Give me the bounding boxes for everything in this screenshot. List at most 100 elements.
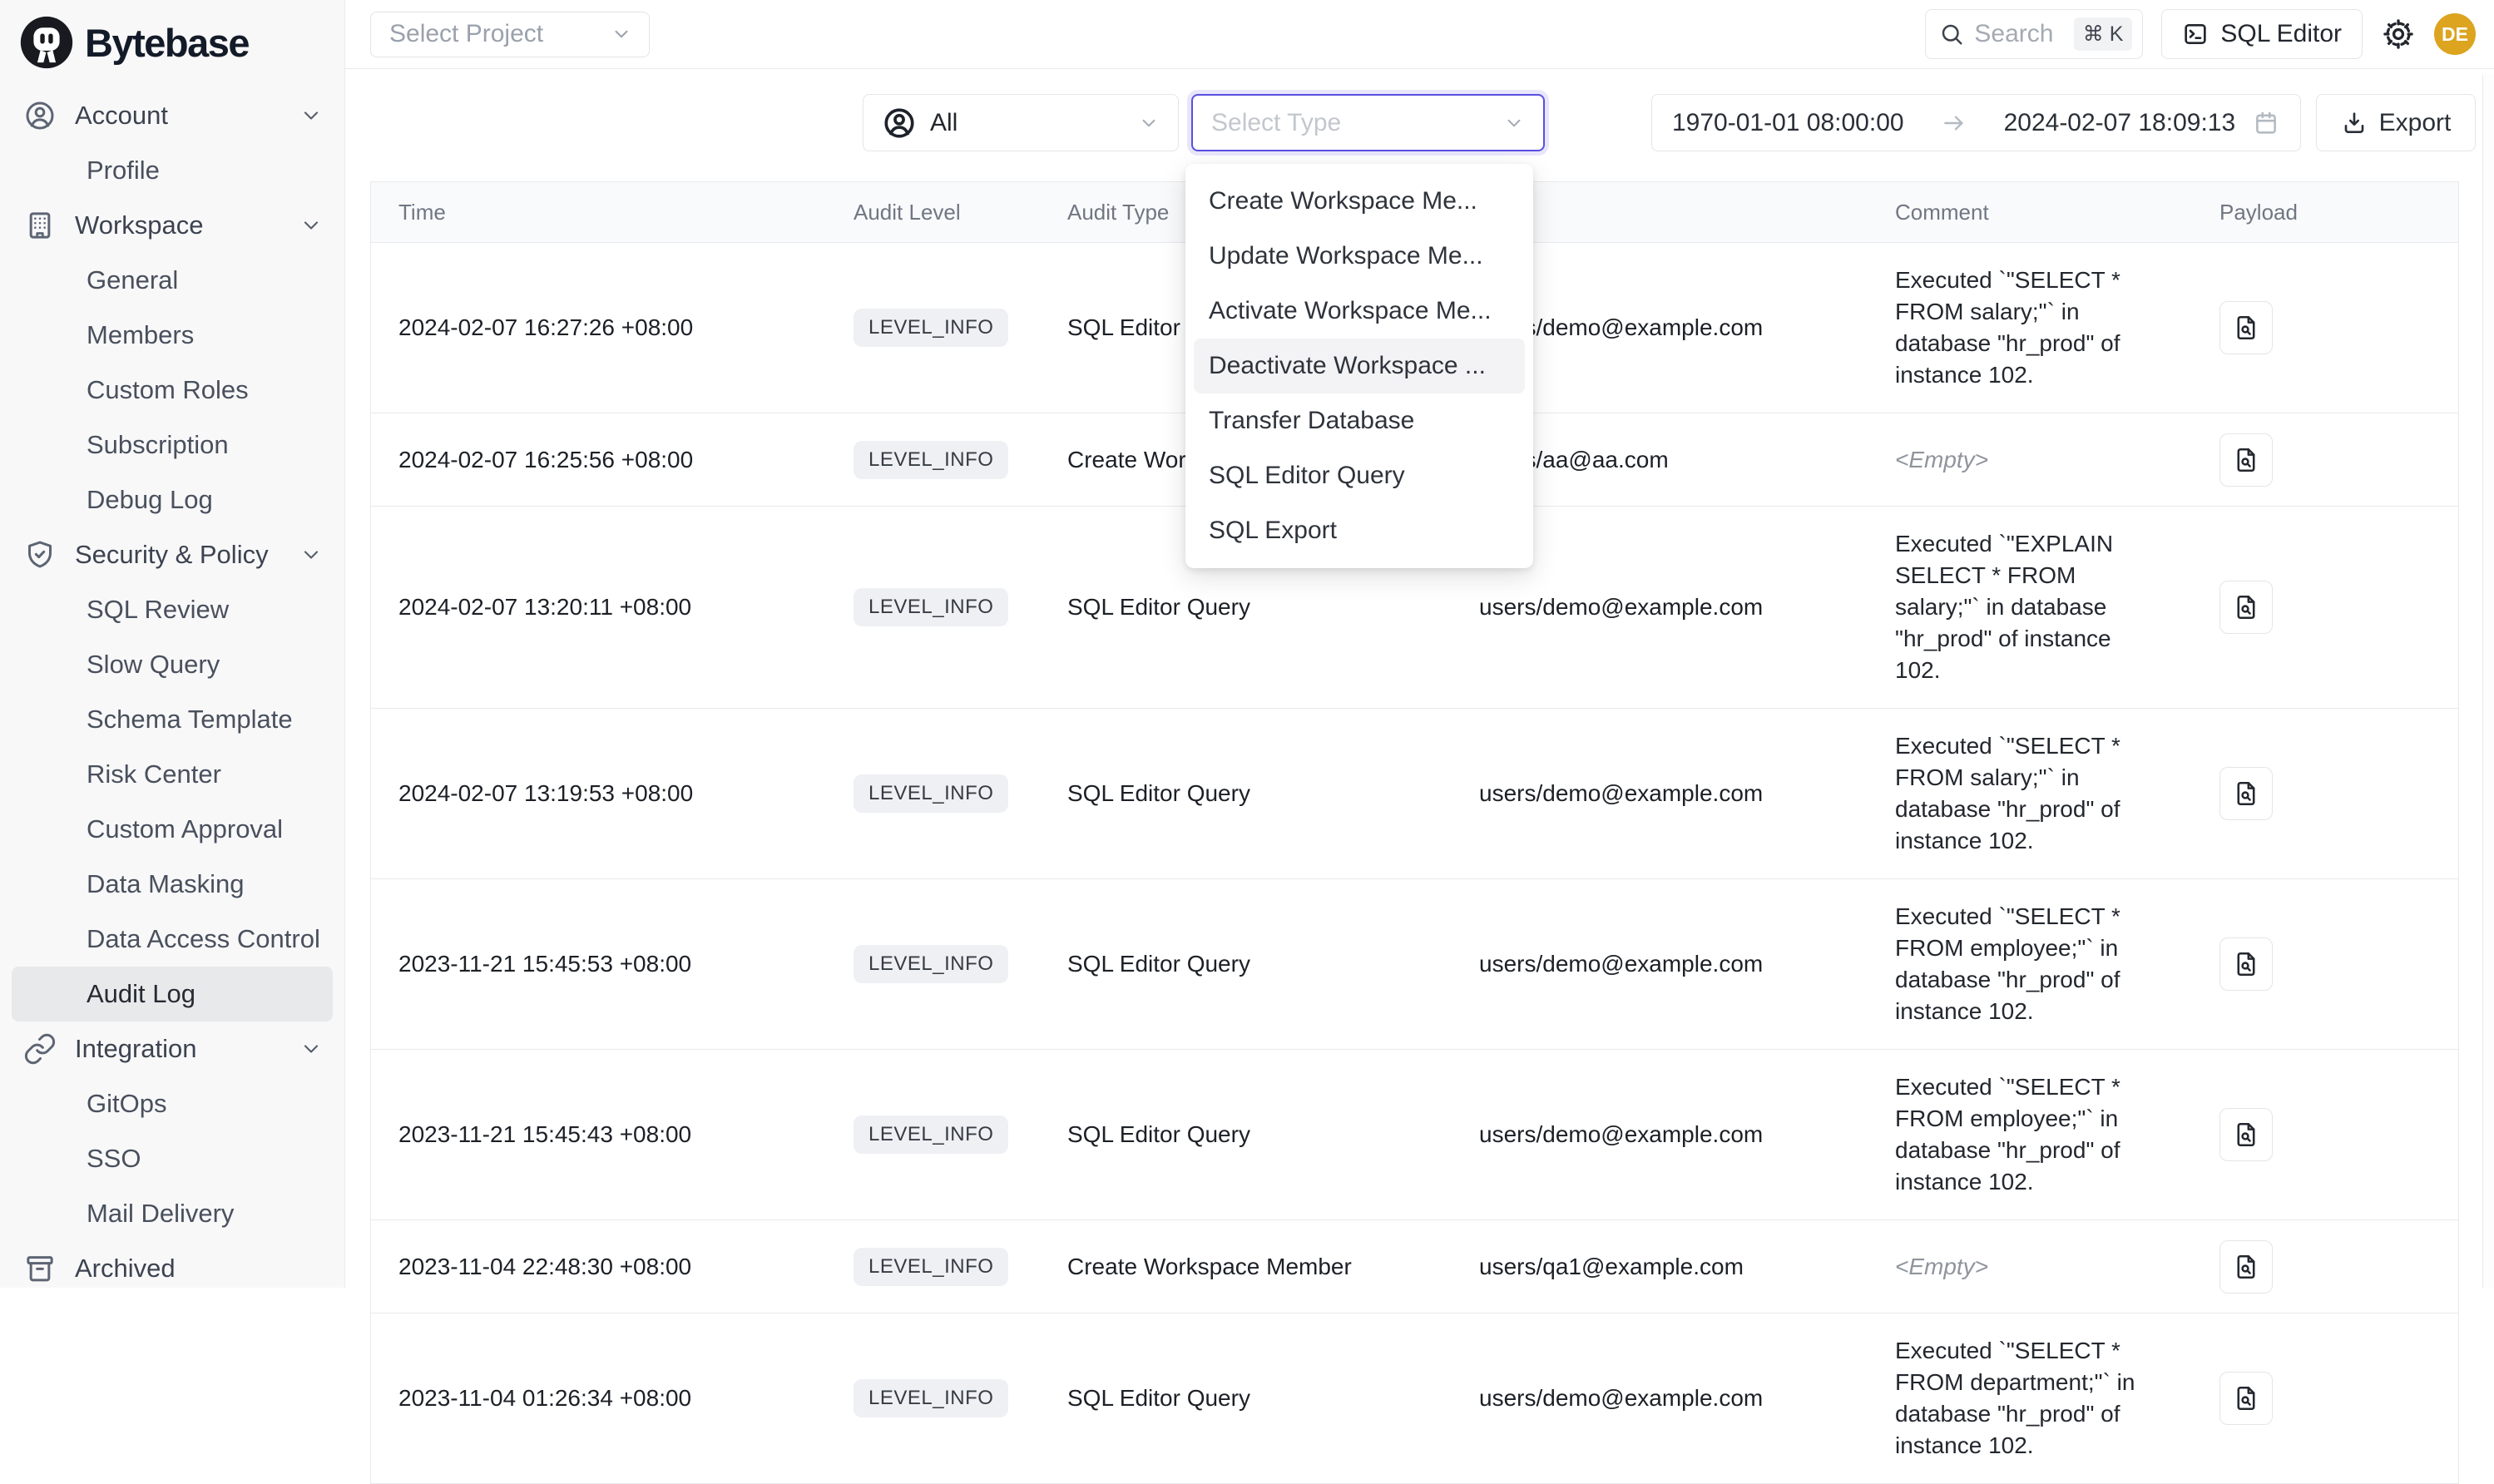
cell-audit-type: SQL Editor Query xyxy=(1067,951,1479,977)
sidebar-item-label: Risk Center xyxy=(87,759,221,789)
export-button[interactable]: Export xyxy=(2316,94,2476,151)
sidebar-item-sso[interactable]: SSO xyxy=(12,1131,333,1186)
sidebar-item-label: Data Masking xyxy=(87,869,245,899)
project-select[interactable]: Select Project xyxy=(370,12,650,57)
actor-filter-select[interactable]: All xyxy=(863,94,1179,151)
type-dropdown-option[interactable]: Update Workspace Me... xyxy=(1194,229,1525,284)
sidebar-item-gitops[interactable]: GitOps xyxy=(12,1076,333,1131)
file-search-icon xyxy=(2232,314,2260,342)
table-row: 2023-11-21 15:45:53 +08:00 LEVEL_INFO SQ… xyxy=(371,879,2458,1050)
cell-time: 2023-11-21 15:45:43 +08:00 xyxy=(371,1121,854,1148)
main-area: Select Project Search ⌘ K SQL Editor DE xyxy=(345,0,2494,1288)
type-dropdown-option[interactable]: Activate Workspace Me... xyxy=(1194,284,1525,339)
view-payload-button[interactable] xyxy=(2219,1108,2273,1161)
cell-comment: Executed `"SELECT * FROM employee;"` in … xyxy=(1895,1050,2219,1219)
avatar[interactable]: DE xyxy=(2434,13,2476,55)
sidebar-item-debug-log[interactable]: Debug Log xyxy=(12,472,333,527)
sidebar-item-slow-query[interactable]: Slow Query xyxy=(12,637,333,692)
type-dropdown-option[interactable]: SQL Editor Query xyxy=(1194,448,1525,503)
brand[interactable]: Bytebase xyxy=(0,0,344,85)
cell-comment: Executed `"SELECT * FROM salary;"` in da… xyxy=(1895,243,2219,413)
type-dropdown-option[interactable]: Transfer Database xyxy=(1194,393,1525,448)
sidebar-item-risk-center[interactable]: Risk Center xyxy=(12,747,333,802)
date-from-value: 1970-01-01 08:00:00 xyxy=(1672,109,1904,137)
column-header-comment: Comment xyxy=(1895,200,2219,225)
export-label: Export xyxy=(2379,109,2452,137)
type-dropdown-option[interactable]: Create Workspace Me... xyxy=(1194,174,1525,229)
view-payload-button[interactable] xyxy=(2219,301,2273,354)
cell-payload xyxy=(2219,1240,2432,1294)
comment-text: Executed `"EXPLAIN SELECT * FROM salary;… xyxy=(1895,528,2161,686)
date-range-picker[interactable]: 1970-01-01 08:00:00 2024-02-07 18:09:13 xyxy=(1651,94,2301,151)
cell-comment: Executed `"SELECT * FROM employee;"` in … xyxy=(1895,879,2219,1049)
sidebar-section-integration[interactable]: Integration xyxy=(0,1021,344,1076)
sidebar-section-account[interactable]: Account xyxy=(0,88,344,143)
sidebar-item-data-access-control[interactable]: Data Access Control xyxy=(12,912,333,967)
cell-payload xyxy=(2219,581,2432,634)
cell-audit-level: LEVEL_INFO xyxy=(854,1379,1067,1417)
comment-text: Executed `"SELECT * FROM department;"` i… xyxy=(1895,1335,2161,1462)
cell-audit-level: LEVEL_INFO xyxy=(854,1248,1067,1286)
search-shortcut-badge: ⌘ K xyxy=(2074,17,2133,51)
actor-filter-value: All xyxy=(930,109,1125,137)
sidebar-section-workspace[interactable]: Workspace xyxy=(0,198,344,253)
sidebar-item-custom-approval[interactable]: Custom Approval xyxy=(12,802,333,857)
sidebar-item-general[interactable]: General xyxy=(12,253,333,308)
view-payload-button[interactable] xyxy=(2219,1240,2273,1294)
sidebar-item-label: Archived xyxy=(75,1254,323,1284)
topbar-actions: Search ⌘ K SQL Editor DE xyxy=(1925,9,2476,59)
sidebar-item-data-masking[interactable]: Data Masking xyxy=(12,857,333,912)
cell-time: 2023-11-04 01:26:34 +08:00 xyxy=(371,1385,854,1412)
file-search-icon xyxy=(2232,950,2260,978)
sidebar-item-profile[interactable]: Profile xyxy=(12,143,333,198)
view-payload-button[interactable] xyxy=(2219,581,2273,634)
sidebar-item-label: Schema Template xyxy=(87,705,293,735)
sidebar-item-members[interactable]: Members xyxy=(12,308,333,363)
link-icon xyxy=(23,1032,57,1066)
sidebar-item-sql-review[interactable]: SQL Review xyxy=(12,582,333,637)
type-dropdown-option[interactable]: SQL Export xyxy=(1194,503,1525,558)
comment-text: Executed `"SELECT * FROM salary;"` in da… xyxy=(1895,730,2161,857)
sidebar-item-label: Security & Policy xyxy=(75,540,299,570)
cell-payload xyxy=(2219,1108,2432,1161)
cell-time: 2024-02-07 13:19:53 +08:00 xyxy=(371,780,854,807)
type-filter-select[interactable]: Select Type xyxy=(1191,94,1545,151)
sidebar-item-archived[interactable]: Archived xyxy=(0,1241,344,1296)
sidebar-item-custom-roles[interactable]: Custom Roles xyxy=(12,363,333,418)
file-search-icon xyxy=(2232,1120,2260,1149)
table-row: 2023-11-21 15:45:43 +08:00 LEVEL_INFO SQ… xyxy=(371,1050,2458,1220)
level-badge: LEVEL_INFO xyxy=(854,945,1008,983)
file-search-icon xyxy=(2232,1253,2260,1281)
cell-actor: users/demo@example.com xyxy=(1479,780,1895,807)
table-row: 2024-02-07 13:19:53 +08:00 LEVEL_INFO SQ… xyxy=(371,709,2458,879)
sidebar-item-audit-log[interactable]: Audit Log xyxy=(12,967,333,1021)
view-payload-button[interactable] xyxy=(2219,433,2273,487)
vertical-scrollbar[interactable] xyxy=(2482,75,2494,1288)
view-payload-button[interactable] xyxy=(2219,937,2273,991)
cell-actor: users/demo@example.com xyxy=(1479,951,1895,977)
topbar: Select Project Search ⌘ K SQL Editor DE xyxy=(345,0,2494,69)
sidebar-item-subscription[interactable]: Subscription xyxy=(12,418,333,472)
arrow-right-icon xyxy=(1941,110,1967,136)
sql-editor-button[interactable]: SQL Editor xyxy=(2161,9,2363,59)
sidebar-item-label: Data Access Control xyxy=(87,924,320,954)
sidebar-item-label: General xyxy=(87,265,178,295)
sidebar-item-label: Account xyxy=(75,101,299,131)
view-payload-button[interactable] xyxy=(2219,1372,2273,1425)
gear-icon[interactable] xyxy=(2381,17,2416,52)
type-dropdown-option[interactable]: Deactivate Workspace ... xyxy=(1194,339,1525,393)
cell-audit-level: LEVEL_INFO xyxy=(854,441,1067,479)
sidebar-item-schema-template[interactable]: Schema Template xyxy=(12,692,333,747)
search-input[interactable]: Search ⌘ K xyxy=(1925,9,2143,59)
sidebar-section-security-policy[interactable]: Security & Policy xyxy=(0,527,344,582)
sidebar-item-mail-delivery[interactable]: Mail Delivery xyxy=(12,1186,333,1241)
download-icon xyxy=(2341,110,2368,136)
table-row: 2023-11-04 22:48:30 +08:00 LEVEL_INFO Cr… xyxy=(371,1220,2458,1313)
view-payload-button[interactable] xyxy=(2219,767,2273,820)
shield-check-icon xyxy=(23,538,57,571)
chevron-down-icon xyxy=(299,214,323,237)
sidebar-item-label: Workspace xyxy=(75,210,299,240)
calendar-icon xyxy=(2252,109,2280,137)
user-circle-icon xyxy=(882,106,917,141)
cell-audit-level: LEVEL_INFO xyxy=(854,774,1067,813)
